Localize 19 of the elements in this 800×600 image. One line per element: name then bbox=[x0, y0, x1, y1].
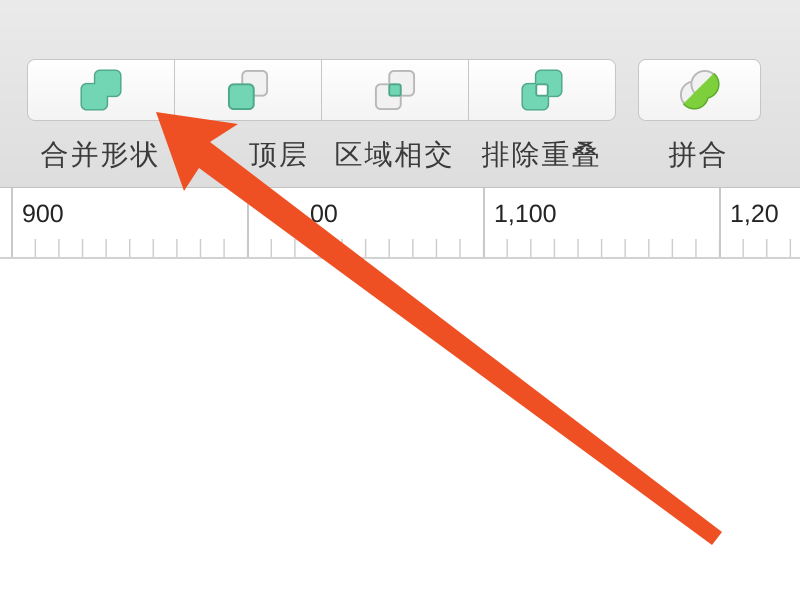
squares-with-hole-icon bbox=[521, 69, 563, 111]
tool-label: 拼合 bbox=[668, 138, 728, 172]
tool-label: 合并形状 bbox=[40, 138, 160, 172]
squares-intersection-icon bbox=[374, 69, 416, 111]
ruler-label: 900 bbox=[22, 200, 64, 228]
intersect-button[interactable] bbox=[321, 59, 469, 121]
stacked-squares-icon bbox=[227, 69, 269, 111]
tool-label: 顶层 bbox=[249, 138, 309, 172]
tool-label: 区域相交 bbox=[334, 138, 454, 172]
ruler-label: 00 bbox=[310, 200, 338, 228]
ruler-label: 1,100 bbox=[494, 200, 557, 228]
ruler-label: 1,20 bbox=[730, 200, 779, 228]
exclude-overlap-button[interactable] bbox=[468, 59, 616, 121]
overlapping-circles-icon bbox=[678, 69, 720, 111]
flatten-button[interactable] bbox=[638, 59, 761, 121]
tool-label: 排除重叠 bbox=[482, 138, 602, 172]
subtract-button[interactable] bbox=[174, 59, 322, 121]
joined-squares-icon bbox=[80, 69, 122, 111]
merge-shapes-button[interactable] bbox=[27, 59, 175, 121]
